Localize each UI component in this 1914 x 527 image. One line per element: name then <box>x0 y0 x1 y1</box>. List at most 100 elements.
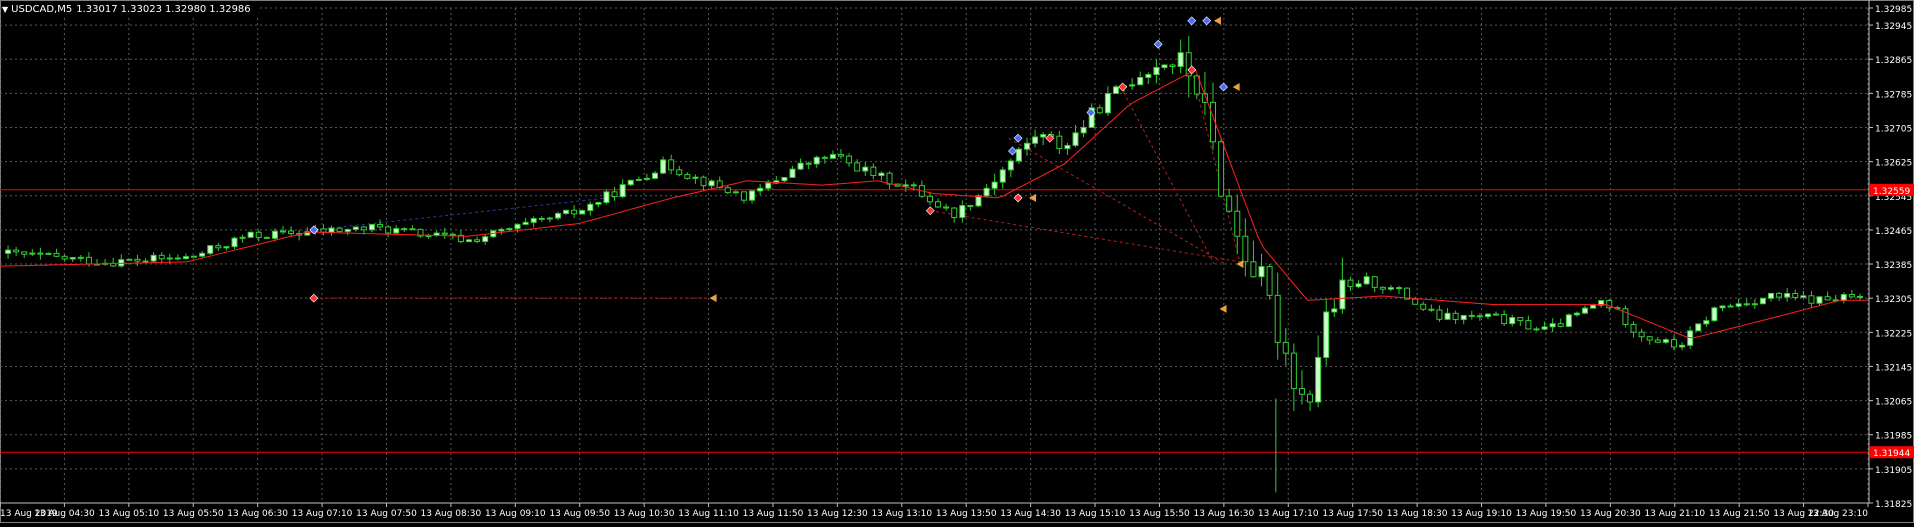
candle <box>1557 318 1564 328</box>
ohlc-values: 1.33017 1.33023 1.32980 1.32986 <box>76 4 253 15</box>
candle-body <box>724 187 731 194</box>
candle <box>1808 291 1815 309</box>
candle <box>393 225 400 235</box>
candle <box>619 179 626 199</box>
candle-body <box>846 155 853 164</box>
candle-body <box>538 217 545 220</box>
candle-body <box>1590 304 1597 309</box>
trade-open-marker <box>309 293 319 303</box>
candle-body <box>1015 148 1022 162</box>
candle <box>1266 264 1273 300</box>
candle-body <box>805 162 812 165</box>
candle <box>288 226 295 237</box>
trade-close-arrow <box>1213 16 1221 25</box>
candle <box>1064 142 1071 155</box>
candle-body <box>611 191 618 198</box>
candle <box>1396 285 1402 294</box>
candle-body <box>368 224 375 231</box>
candle-body <box>1517 317 1524 322</box>
candle-body <box>1840 293 1847 301</box>
candle-body <box>1476 315 1483 318</box>
candle <box>1727 303 1734 308</box>
x-tick-label: 13 Aug 11:10 <box>678 509 739 519</box>
candle <box>603 189 610 205</box>
candle <box>474 236 481 244</box>
candle-body <box>821 156 828 159</box>
candle-body <box>1153 66 1160 76</box>
candle <box>546 216 553 223</box>
x-tick-label: 13 Aug 09:10 <box>485 509 546 519</box>
candle <box>757 183 764 196</box>
candle-body <box>1751 303 1758 306</box>
candle-body <box>1371 276 1378 288</box>
candle-body <box>1387 287 1394 290</box>
candle <box>1161 64 1168 70</box>
candle <box>1153 59 1160 84</box>
candle-body <box>482 236 489 243</box>
x-tick-label: 13 Aug 09:50 <box>549 509 610 519</box>
candle <box>1226 188 1233 213</box>
price-line-label: 1.32559 <box>1873 187 1910 197</box>
candle <box>1387 285 1394 292</box>
candle <box>1468 310 1475 320</box>
candle-body <box>1549 323 1556 328</box>
candle-body <box>926 195 933 203</box>
candle-body <box>708 180 715 187</box>
candle <box>1533 326 1540 332</box>
candle <box>1638 328 1645 342</box>
trade-close-arrow <box>1219 304 1227 313</box>
candle-body <box>1112 86 1119 95</box>
candle <box>45 252 52 255</box>
candle <box>466 238 472 243</box>
candle-body <box>1396 287 1402 290</box>
candle-body <box>959 205 966 218</box>
candle-body <box>1533 328 1540 331</box>
candle-body <box>1218 141 1225 197</box>
y-tick-label: 1.32065 <box>1875 398 1912 408</box>
candle <box>1646 336 1653 345</box>
candle-body <box>563 209 570 215</box>
candle-body <box>1759 297 1766 305</box>
candle-body <box>352 226 359 230</box>
candle <box>1096 104 1103 115</box>
candle-body <box>1007 160 1014 171</box>
candle-body <box>789 168 796 178</box>
candle-body <box>813 156 820 165</box>
x-tick-label: 13 Aug 04:30 <box>34 509 95 519</box>
candle <box>1784 288 1791 302</box>
candle <box>935 198 942 208</box>
price-chart[interactable]: 1.32985 1.32945 1.32865 1.32785 1.32705 1.326… <box>0 0 1914 523</box>
candle-body <box>1654 339 1661 343</box>
candle <box>21 251 28 259</box>
candle-body <box>239 236 246 239</box>
candle-body <box>1347 279 1354 288</box>
candle <box>207 245 214 256</box>
candle <box>409 225 416 231</box>
candle <box>385 225 392 238</box>
open-value: 1.33017 <box>76 4 118 15</box>
candle-body <box>1662 339 1669 343</box>
candle-body <box>61 255 68 260</box>
candle <box>401 227 408 232</box>
candle <box>1015 146 1022 164</box>
candle <box>708 179 715 189</box>
triangle-down-icon[interactable]: ▼ <box>2 5 8 14</box>
candle-body <box>1501 314 1508 325</box>
candle <box>1856 293 1863 300</box>
x-tick-label: 13 Aug 18:30 <box>1387 509 1448 519</box>
candle <box>643 173 650 182</box>
candle-body <box>878 172 885 177</box>
candle <box>1776 292 1783 301</box>
candle-body <box>13 249 20 253</box>
candle <box>821 155 828 164</box>
chart-window[interactable]: 1.32985 1.32945 1.32865 1.32785 1.32705 1.326… <box>0 0 1914 523</box>
candle-body <box>1145 74 1152 78</box>
candle-body <box>1177 52 1184 67</box>
candle <box>684 172 691 180</box>
candle-body <box>1096 107 1103 114</box>
candle-body <box>393 228 400 234</box>
candle <box>1525 315 1532 330</box>
candle-body <box>166 257 173 260</box>
candle <box>174 254 181 261</box>
candle-body <box>401 228 408 231</box>
